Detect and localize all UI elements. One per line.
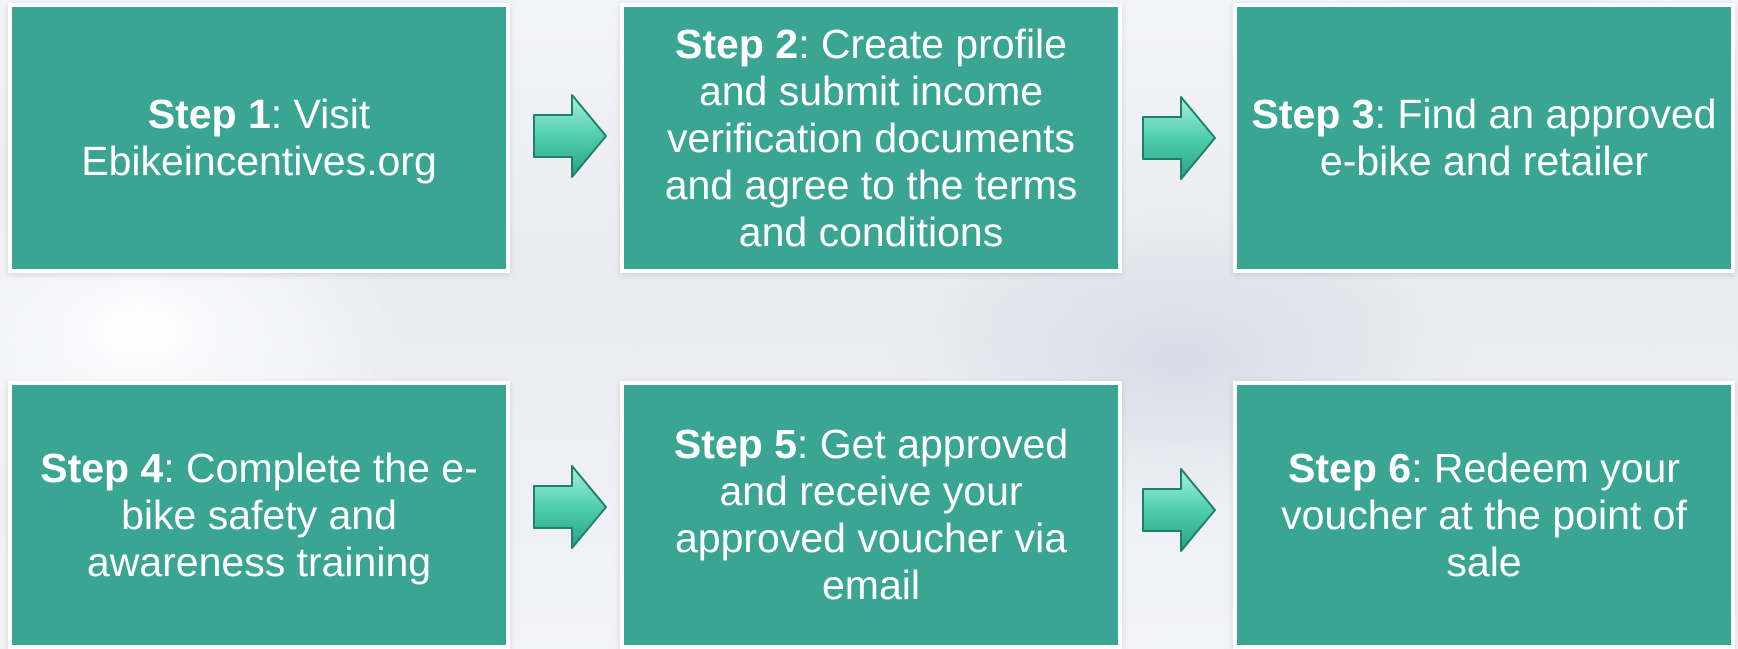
step-4-text: Step 4: Complete the e-bike safety and a… <box>24 445 494 586</box>
step-1-label: Step 1 <box>147 91 271 137</box>
step-2-label: Step 2 <box>675 20 799 67</box>
step-1-text: Step 1: Visit Ebikeincentives.org <box>24 91 494 185</box>
right-arrow-icon <box>533 465 607 549</box>
step-6-box: Step 6: Redeem your voucher at the point… <box>1233 381 1735 649</box>
step-3-description: : Find an approved e-bike and retailer <box>1319 91 1717 184</box>
step-4-box: Step 4: Complete the e-bike safety and a… <box>8 381 510 649</box>
right-arrow-icon <box>533 94 607 178</box>
right-arrow-icon <box>1142 96 1216 180</box>
step-6-label: Step 6 <box>1288 444 1412 491</box>
step-3-text: Step 3: Find an approved e-bike and reta… <box>1249 91 1719 185</box>
step-6-text: Step 6: Redeem your voucher at the point… <box>1249 445 1719 586</box>
step-1-box: Step 1: Visit Ebikeincentives.org <box>8 3 510 273</box>
step-2-box: Step 2: Create profile and submit income… <box>620 3 1122 273</box>
step-5-box: Step 5: Get approved and receive your ap… <box>620 381 1122 649</box>
step-2-text: Step 2: Create profile and submit income… <box>636 21 1106 256</box>
right-arrow-icon <box>1142 468 1216 552</box>
step-4-label: Step 4 <box>40 444 164 491</box>
step-5-text: Step 5: Get approved and receive your ap… <box>636 421 1106 609</box>
step-5-label: Step 5 <box>673 421 797 467</box>
step-3-box: Step 3: Find an approved e-bike and reta… <box>1233 3 1735 273</box>
step-3-label: Step 3 <box>1251 91 1375 137</box>
